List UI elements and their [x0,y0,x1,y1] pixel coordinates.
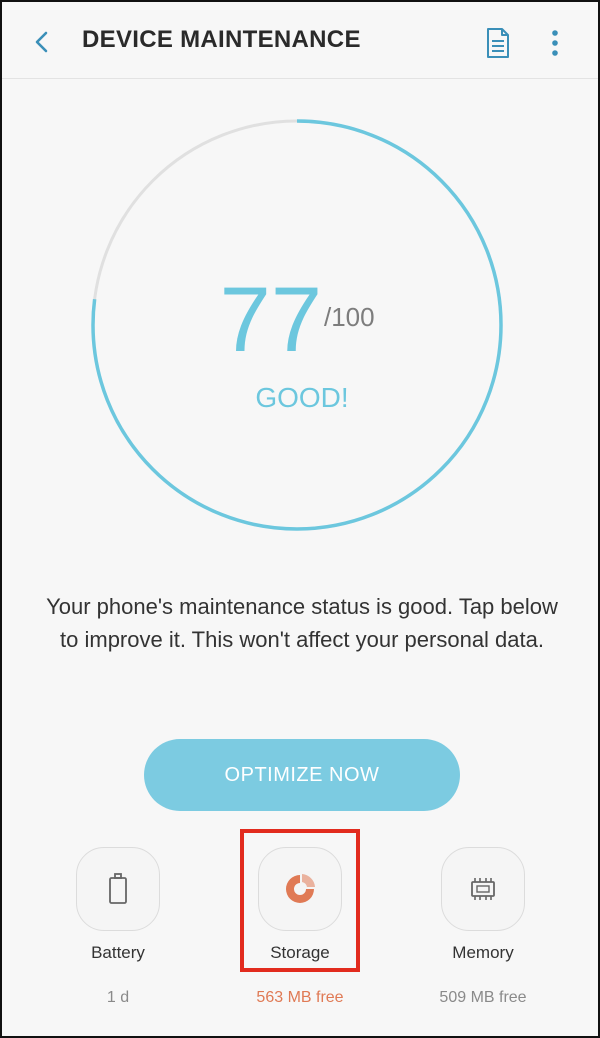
optimize-now-button[interactable]: OPTIMIZE NOW [144,739,460,811]
battery-label: Battery [91,943,145,962]
score-value: 77 [219,269,322,371]
storage-label: Storage [270,943,330,962]
optimize-now-label: OPTIMIZE NOW [224,763,380,786]
battery-icon-button [76,847,160,931]
memory-value: 509 MB free [439,989,527,1006]
storage-pie-icon [286,874,315,903]
score-status: GOOD! [255,382,349,413]
memory-icon-button [441,847,525,931]
storage-value: 563 MB free [256,989,344,1006]
app-screen: DEVICE MAINTENANCE 77 /100 GOOD! Your ph… [0,0,600,1038]
document-icon [487,28,509,58]
status-message: Your phone's maintenance status is good.… [46,594,558,652]
chevron-left-icon [35,31,48,53]
app-header: DEVICE MAINTENANCE [2,2,598,79]
battery-value: 1 d [106,989,130,1006]
battery-item[interactable]: Battery 1 d [38,847,198,1022]
page-title: DEVICE MAINTENANCE [82,26,361,53]
score-max: /100 [324,302,375,332]
battery-icon [109,873,127,904]
memory-chip-icon [471,878,495,900]
memory-item[interactable]: Memory 509 MB free [403,847,563,1022]
more-vertical-icon [552,30,558,56]
back-button[interactable] [24,24,60,60]
memory-label: Memory [452,943,514,962]
storage-icon-button [258,847,342,931]
more-options-button[interactable] [540,26,570,60]
report-button[interactable] [482,26,514,60]
storage-item[interactable]: Storage 563 MB free [220,847,380,1022]
